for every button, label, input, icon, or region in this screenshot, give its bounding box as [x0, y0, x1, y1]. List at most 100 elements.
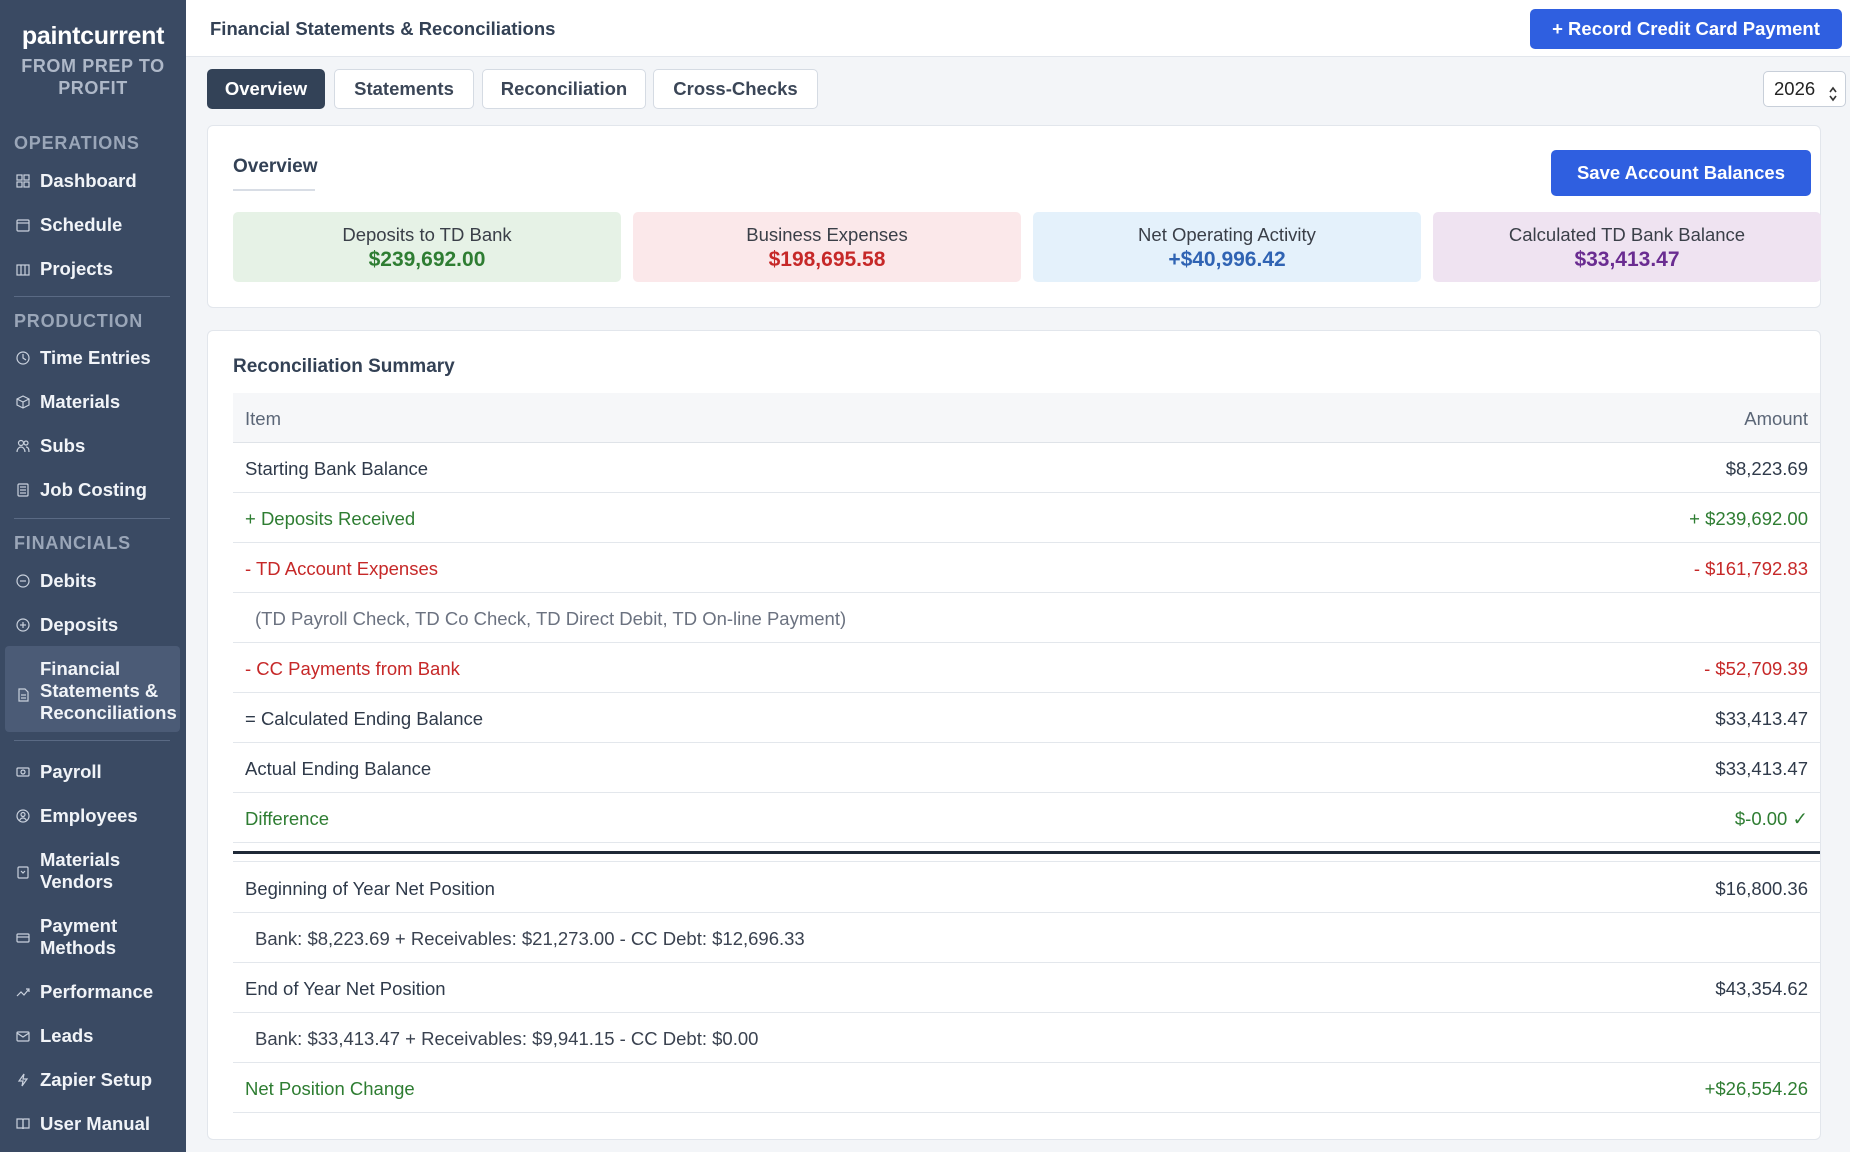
sidebar-item-zapier-setup[interactable]: Zapier Setup: [0, 1069, 186, 1091]
sidebar-item-subs[interactable]: Subs: [0, 435, 186, 457]
minus-circle-icon: [16, 574, 30, 588]
stat-label: Calculated TD Bank Balance: [1508, 224, 1746, 245]
sidebar-item-label: Payroll: [40, 761, 102, 782]
stat-label: Deposits to TD Bank: [342, 224, 512, 245]
row-label: Beginning of Year Net Position: [245, 878, 495, 899]
section-financials: FINANCIALS: [14, 533, 131, 553]
row-label: - CC Payments from Bank: [245, 658, 460, 679]
brand-tagline-line1: FROM PREP TO: [21, 56, 165, 76]
sidebar-item-label: Employees: [40, 805, 138, 826]
sidebar-item-performance[interactable]: Performance: [0, 981, 186, 1003]
user-circle-icon: [16, 809, 30, 823]
sidebar-item-user-manual[interactable]: User Manual: [0, 1113, 186, 1135]
book-icon: [16, 1117, 30, 1131]
sidebar-item-label: Deposits: [40, 614, 119, 635]
sidebar-divider: [14, 518, 170, 519]
stat-value: $239,692.00: [368, 248, 486, 271]
row-label: Starting Bank Balance: [245, 458, 429, 479]
lightning-icon: [16, 1073, 30, 1087]
sidebar-item-projects[interactable]: Projects: [0, 258, 186, 280]
table-row: Bank: $33,413.47 + Receivables: $9,941.1…: [233, 1013, 1820, 1063]
brand: paintcurrent FROM PREP TO PROFIT: [0, 0, 186, 99]
document-icon: [16, 688, 30, 702]
trending-up-icon: [16, 985, 30, 999]
table-row: Starting Bank Balance $8,223.69: [233, 443, 1820, 493]
row-amount: $-0.00 ✓: [1734, 808, 1808, 829]
tab-cross-checks[interactable]: Cross-Checks: [653, 69, 818, 109]
row-label: + Deposits Received: [245, 508, 416, 529]
sidebar-item-materials-vendors[interactable]: Materials Vendors: [0, 849, 186, 893]
row-amount: - $161,792.83: [1693, 558, 1808, 579]
row-label: Difference: [245, 808, 329, 829]
table-row: = Calculated Ending Balance $33,413.47: [233, 693, 1820, 743]
column-header-item: Item: [245, 408, 281, 429]
sidebar-item-label: Payment Methods: [40, 915, 117, 959]
tab-statements[interactable]: Statements: [334, 69, 474, 109]
money-icon: [16, 765, 30, 779]
record-credit-card-payment-button[interactable]: + Record Credit Card Payment: [1530, 9, 1842, 49]
section-production: PRODUCTION: [14, 311, 143, 331]
brand-name: paintcurrent: [21, 22, 165, 50]
stat-value: +$40,996.42: [1168, 248, 1286, 271]
stat-value: $198,695.58: [768, 248, 886, 271]
sidebar-item-label-line1: Payment: [40, 915, 118, 936]
row-amount: +$26,554.26: [1704, 1078, 1808, 1099]
table-row: End of Year Net Position $43,354.62: [233, 963, 1820, 1013]
sidebar-item-label: Dashboard: [40, 170, 137, 191]
table-row: - TD Account Expenses - $161,792.83: [233, 543, 1820, 593]
sidebar-item-label: Materials: [40, 391, 121, 412]
year-select[interactable]: 2026: [1763, 71, 1846, 107]
sidebar-item-label-line1: Materials: [40, 849, 121, 870]
sidebar-item-financial-statements[interactable]: Financial Statements & Reconciliations: [5, 646, 180, 732]
reconciliation-summary-card: Reconciliation Summary Item Amount Start…: [207, 330, 1821, 1140]
sidebar-item-debits[interactable]: Debits: [0, 570, 186, 592]
sidebar-item-deposits[interactable]: Deposits: [0, 614, 186, 636]
row-label: - TD Account Expenses: [245, 558, 438, 579]
sidebar: paintcurrent FROM PREP TO PROFIT OPERATI…: [0, 0, 186, 1152]
overview-heading: Overview: [233, 156, 318, 177]
sidebar-item-label-line2: Methods: [40, 937, 117, 958]
sidebar-item-label: Job Costing: [40, 479, 147, 500]
tab-overview[interactable]: Overview: [207, 69, 325, 109]
row-amount: $43,354.62: [1715, 978, 1808, 999]
stat-net-operating: Net Operating Activity +$40,996.42: [1033, 212, 1421, 282]
stat-deposits: Deposits to TD Bank $239,692.00: [233, 212, 621, 282]
sidebar-item-payroll[interactable]: Payroll: [0, 761, 186, 783]
row-amount: $16,800.36: [1715, 878, 1808, 899]
save-account-balances-button[interactable]: Save Account Balances: [1551, 150, 1811, 196]
sidebar-item-payment-methods[interactable]: Payment Methods: [0, 915, 186, 959]
sidebar-item-job-costing[interactable]: Job Costing: [0, 479, 186, 501]
calendar-icon: [16, 218, 30, 232]
table-row: Beginning of Year Net Position $16,800.3…: [233, 863, 1820, 913]
sidebar-item-label: Performance: [40, 981, 154, 1002]
sidebar-item-label: Materials Vendors: [40, 849, 120, 893]
row-amount: + $239,692.00: [1689, 508, 1808, 529]
row-label: Net Position Change: [245, 1078, 415, 1099]
calculator-icon: [16, 483, 30, 497]
brand-tagline: FROM PREP TO PROFIT: [0, 55, 186, 99]
table-row: + Deposits Received + $239,692.00: [233, 493, 1820, 543]
table-row: (TD Payroll Check, TD Co Check, TD Direc…: [233, 593, 1820, 643]
table-row: - CC Payments from Bank - $52,709.39: [233, 643, 1820, 693]
row-amount: - $52,709.39: [1704, 658, 1808, 679]
sidebar-item-dashboard[interactable]: Dashboard: [0, 170, 186, 192]
sidebar-item-label-line3: Reconciliations: [40, 702, 177, 723]
reconciliation-table: Item Amount Starting Bank Balance $8,223…: [233, 393, 1820, 1113]
row-amount: $33,413.47: [1715, 758, 1808, 779]
row-label: = Calculated Ending Balance: [245, 708, 484, 729]
column-header-amount: Amount: [1744, 408, 1808, 429]
tab-reconciliation[interactable]: Reconciliation: [482, 69, 646, 109]
stat-value: $33,413.47: [1574, 248, 1680, 271]
stat-label: Net Operating Activity: [1138, 224, 1316, 245]
sidebar-item-materials[interactable]: Materials: [0, 391, 186, 413]
sidebar-item-label: Leads: [40, 1025, 94, 1046]
sidebar-item-employees[interactable]: Employees: [0, 805, 186, 827]
page-title: Financial Statements & Reconciliations: [210, 18, 556, 39]
sidebar-item-schedule[interactable]: Schedule: [0, 214, 186, 236]
table-header: Item Amount: [233, 393, 1820, 443]
sidebar-item-leads[interactable]: Leads: [0, 1025, 186, 1047]
sidebar-divider: [14, 740, 170, 741]
table-row: Actual Ending Balance $33,413.47: [233, 743, 1820, 793]
building-icon: [16, 262, 30, 276]
sidebar-item-time-entries[interactable]: Time Entries: [0, 347, 186, 369]
